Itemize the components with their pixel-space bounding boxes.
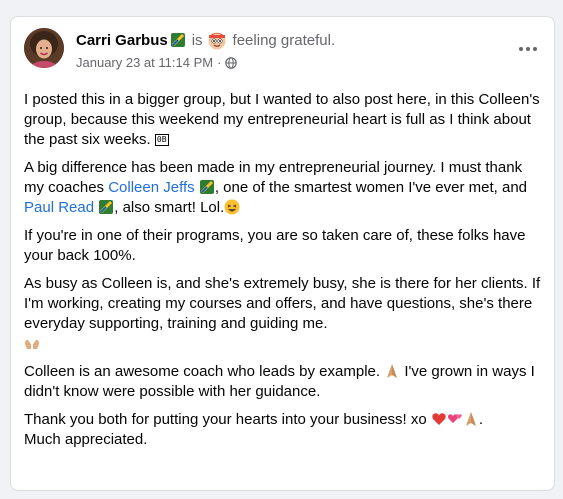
mention-colleen-jeffs[interactable]: Colleen Jeffs: [108, 179, 194, 196]
praying-hands-emoji-icon: [384, 363, 400, 379]
post-paragraph: I posted this in a bigger group, but I w…: [24, 90, 544, 150]
top-fan-badge-icon: [199, 179, 215, 195]
more-options-button[interactable]: [516, 37, 540, 57]
paragraph-text: Thank you both for putting your hearts i…: [24, 411, 431, 428]
paragraph-text: , one of the smartest women I've ever me…: [214, 179, 528, 196]
two-hearts-emoji-icon: [447, 411, 463, 427]
feeling-text[interactable]: feeling grateful.: [233, 32, 336, 49]
post-body: I posted this in a bigger group, but I w…: [24, 90, 544, 458]
paragraph-text: Much appreciated.: [24, 431, 148, 448]
is-label: is: [191, 31, 203, 49]
globe-icon[interactable]: [225, 56, 238, 69]
mention-paul-read[interactable]: Paul Read: [24, 199, 94, 216]
meta-separator: ·: [217, 55, 222, 70]
paragraph-text: I posted this in a bigger group, but I w…: [24, 91, 540, 148]
laughing-emoji-icon: [224, 199, 240, 215]
paragraph-text: Colleen is an awesome coach who leads by…: [24, 363, 381, 380]
unsupported-glyph: 0B: [154, 134, 169, 146]
post-meta: January 23 at 11:14 PM ·: [76, 55, 238, 70]
red-heart-emoji-icon: [431, 411, 447, 427]
post-paragraph: As busy as Colleen is, and she's extreme…: [24, 274, 544, 354]
praying-hands-emoji-icon: [463, 411, 479, 427]
post-paragraph: A big difference has been made in my ent…: [24, 158, 544, 218]
open-hands-emoji-icon: [24, 335, 40, 351]
top-fan-badge-icon: [98, 199, 114, 215]
post-paragraph: Colleen is an awesome coach who leads by…: [24, 362, 544, 402]
post-header: Carri Garbus is feeling grateful.: [76, 30, 335, 50]
paragraph-text: , also smart! Lol.: [114, 199, 225, 216]
post-paragraph: Thank you both for putting your hearts i…: [24, 411, 484, 448]
author-name[interactable]: Carri Garbus: [76, 32, 168, 49]
top-fan-badge-icon: [170, 32, 186, 48]
more-options-icon: [519, 38, 537, 56]
post-timestamp[interactable]: January 23 at 11:14 PM: [76, 55, 213, 70]
paragraph-text: As busy as Colleen is, and she's extreme…: [24, 275, 541, 332]
avatar[interactable]: [24, 28, 64, 68]
post-card: Carri Garbus is feeling grateful. Januar…: [10, 16, 555, 491]
paragraph-text: If you're in one of their programs, you …: [24, 227, 526, 264]
post-paragraph: If you're in one of their programs, you …: [24, 226, 544, 266]
feeling-emoji-icon: [207, 30, 227, 50]
